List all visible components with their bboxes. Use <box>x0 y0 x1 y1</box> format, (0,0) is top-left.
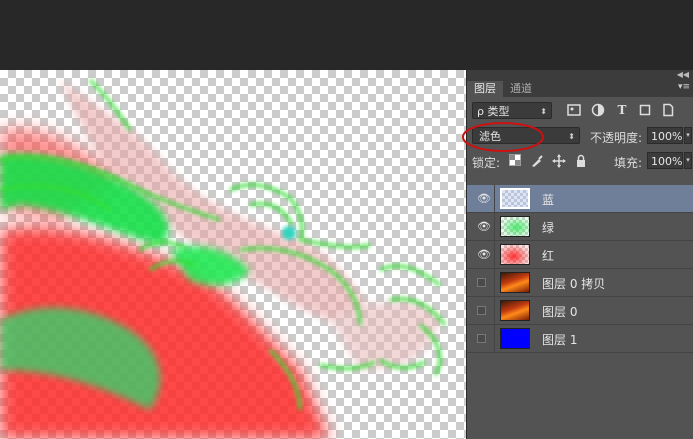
image-filter-icon[interactable] <box>567 103 581 117</box>
tab-channels[interactable]: 通道 <box>503 81 539 97</box>
panel-tabs: 图层 通道 ▾≡ <box>467 80 693 97</box>
eye-icon: 👁 <box>477 220 491 233</box>
lock-fill-row: 锁定: 填充: 100% ▾ <box>467 149 693 175</box>
smart-object-filter-icon[interactable] <box>661 103 675 117</box>
visibility-toggle[interactable]: 👁 <box>467 241 495 268</box>
layer-name: 绿 <box>542 221 555 235</box>
opacity-input[interactable]: 100% <box>647 127 683 144</box>
filter-row: ρ 类型 ⬍ T <box>467 97 693 123</box>
layer-thumbnail <box>500 188 530 209</box>
panel-menu-icon[interactable]: ▾≡ <box>678 82 690 92</box>
lock-image-pixels-icon[interactable] <box>530 154 544 168</box>
layer-name: 蓝 <box>542 193 555 207</box>
lock-all-icon[interactable] <box>574 154 588 168</box>
visibility-toggle[interactable] <box>467 325 495 352</box>
layer-filter-select[interactable]: ρ 类型 ⬍ <box>472 102 552 119</box>
layer-name: 图层 0 <box>542 305 578 319</box>
panel-header-bar: ◀◀ <box>467 70 693 80</box>
tab-layers[interactable]: 图层 <box>467 81 503 97</box>
layer-thumbnail <box>500 272 530 293</box>
layer-thumbnail <box>500 216 530 237</box>
collapse-panel-icon[interactable]: ◀◀ <box>677 70 689 80</box>
layer-thumbnail <box>500 244 530 265</box>
layer-name: 图层 0 拷贝 <box>542 277 606 291</box>
chevron-updown-icon: ⬍ <box>540 107 547 116</box>
layer-row-red[interactable]: 👁 红 <box>467 241 693 269</box>
visibility-toggle[interactable]: 👁 <box>467 213 495 240</box>
lock-label: 锁定: <box>472 156 501 170</box>
hidden-box-icon <box>477 278 486 287</box>
fill-input[interactable]: 100% <box>647 152 683 169</box>
fill-label: 填充: <box>614 156 643 170</box>
hidden-box-icon <box>477 334 486 343</box>
fill-slider-toggle[interactable]: ▾ <box>684 152 692 169</box>
options-bar <box>0 0 693 70</box>
hidden-box-icon <box>477 306 486 315</box>
layer-thumbnail <box>500 300 530 321</box>
chevron-updown-icon: ⬍ <box>568 132 575 141</box>
layer-name: 图层 1 <box>542 333 578 347</box>
layer-thumbnail <box>500 328 530 349</box>
document-canvas[interactable] <box>0 70 466 439</box>
opacity-label: 不透明度: <box>590 131 643 145</box>
layer-row-green[interactable]: 👁 绿 <box>467 213 693 241</box>
layer-name: 红 <box>542 249 555 263</box>
visibility-toggle[interactable] <box>467 269 495 296</box>
layer-row-layer1[interactable]: 图层 1 <box>467 325 693 353</box>
visibility-toggle[interactable]: 👁 <box>467 185 495 212</box>
visibility-toggle[interactable] <box>467 297 495 324</box>
layer-row-layer0[interactable]: 图层 0 <box>467 297 693 325</box>
lock-transparent-pixels-icon[interactable] <box>508 154 522 168</box>
lock-position-icon[interactable] <box>552 154 566 168</box>
shape-filter-icon[interactable] <box>638 103 652 117</box>
opacity-slider-toggle[interactable]: ▾ <box>684 127 692 144</box>
layers-panel: ◀◀ 图层 通道 ▾≡ ρ 类型 ⬍ T 滤色 ⬍ 不透明度: 100% ▾ 锁… <box>462 70 693 439</box>
eye-icon: 👁 <box>477 192 491 205</box>
blend-opacity-row: 滤色 ⬍ 不透明度: 100% ▾ <box>462 122 693 152</box>
eye-icon: 👁 <box>477 248 491 261</box>
adjustment-filter-icon[interactable] <box>591 103 605 117</box>
type-filter-icon[interactable]: T <box>615 103 629 117</box>
layer-row-layer0-copy[interactable]: 图层 0 拷贝 <box>467 269 693 297</box>
layers-list: 👁 蓝 👁 绿 👁 红 图层 0 拷贝 图层 0 图层 1 <box>467 185 693 353</box>
dragon-artwork <box>0 78 447 439</box>
layer-row-blue[interactable]: 👁 蓝 <box>467 185 693 213</box>
layer-filter-label: ρ 类型 <box>477 105 510 118</box>
